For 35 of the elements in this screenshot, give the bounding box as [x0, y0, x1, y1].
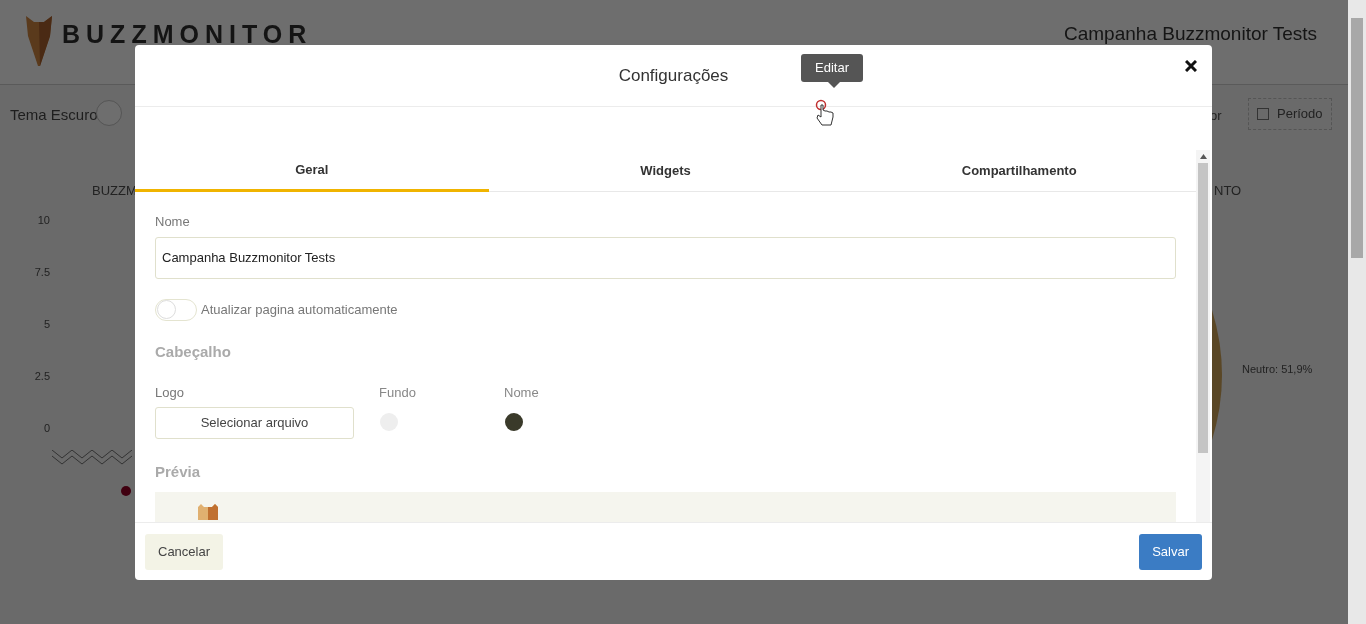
tooltip: Editar	[801, 54, 863, 82]
color-label: Fundo	[379, 384, 417, 402]
section-heading: Cabeçalho	[155, 341, 232, 362]
dialog-scrollbar[interactable]	[1196, 150, 1210, 522]
chart-title: NTO	[1214, 182, 1242, 200]
axis-tick-label: 5	[43, 317, 50, 332]
axis-tick-label: 10	[37, 213, 50, 228]
close-icon[interactable]	[1185, 60, 1197, 72]
tooltip-arrow-icon	[828, 82, 840, 88]
tab[interactable]: Geral	[135, 150, 489, 192]
name-field[interactable]: Campanha Buzzmonitor Tests	[155, 236, 1176, 279]
dashboard-title: Campanha Buzzmonitor Tests	[1064, 24, 1318, 43]
cat-logo-icon	[197, 504, 219, 520]
dialog-title: Configurações	[618, 64, 729, 87]
auto-refresh-toggle[interactable]	[155, 298, 197, 321]
tab[interactable]: Widgets	[488, 150, 843, 192]
scroll-up-icon[interactable]	[1199, 154, 1207, 159]
pie-label: Neutro: 51,9%	[1242, 362, 1313, 377]
axis-tick-label: 7.5	[34, 265, 50, 280]
field-label: Logo	[155, 384, 185, 402]
section-heading: Prévia	[155, 461, 202, 482]
color-label: Nome	[504, 384, 539, 402]
hand-cursor-icon	[815, 99, 835, 129]
field-label: Nome	[155, 213, 191, 231]
color-swatch[interactable]	[505, 412, 523, 431]
axis-tick-label: 2.5	[34, 369, 50, 384]
cancel-button[interactable]: Cancelar	[145, 533, 224, 570]
theme-toggle[interactable]	[96, 100, 122, 126]
theme-label: Tema Escuro	[10, 105, 98, 125]
toggle-label: Atualizar pagina automaticamente	[201, 300, 398, 319]
save-button[interactable]: Salvar	[1139, 533, 1202, 570]
brand-logo: BUZZMONITOR	[62, 22, 313, 47]
page-scrollbar[interactable]	[1348, 0, 1366, 624]
select-file-button[interactable]: Selecionar arquivo	[155, 406, 354, 439]
axis-tick-label: 0	[43, 421, 50, 436]
